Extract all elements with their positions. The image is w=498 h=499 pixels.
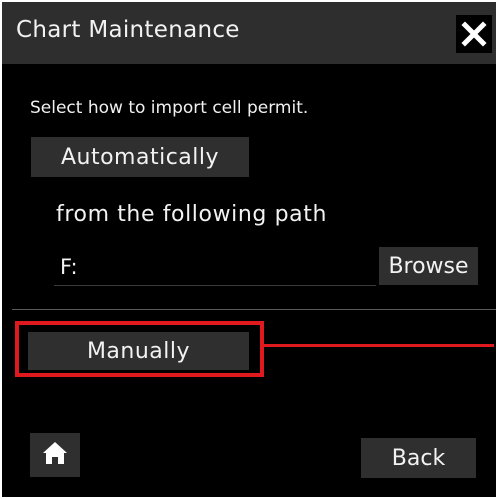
path-label: from the following path bbox=[56, 202, 327, 227]
home-button[interactable] bbox=[30, 433, 80, 477]
automatically-button[interactable]: Automatically bbox=[31, 137, 249, 177]
title-bar: Chart Maintenance bbox=[2, 2, 496, 64]
import-instruction: Select how to import cell permit. bbox=[30, 98, 309, 118]
browse-button[interactable]: Browse bbox=[379, 247, 478, 285]
home-icon bbox=[42, 440, 68, 470]
highlight-callout-box bbox=[15, 321, 264, 377]
close-button[interactable] bbox=[456, 15, 492, 53]
back-button[interactable]: Back bbox=[361, 438, 476, 478]
close-icon bbox=[461, 21, 487, 47]
section-divider bbox=[12, 309, 496, 310]
dialog-title: Chart Maintenance bbox=[16, 17, 240, 43]
path-field[interactable]: F: bbox=[54, 248, 376, 286]
callout-line bbox=[262, 344, 494, 347]
chart-maintenance-dialog: Chart Maintenance Select how to import c… bbox=[2, 2, 496, 497]
